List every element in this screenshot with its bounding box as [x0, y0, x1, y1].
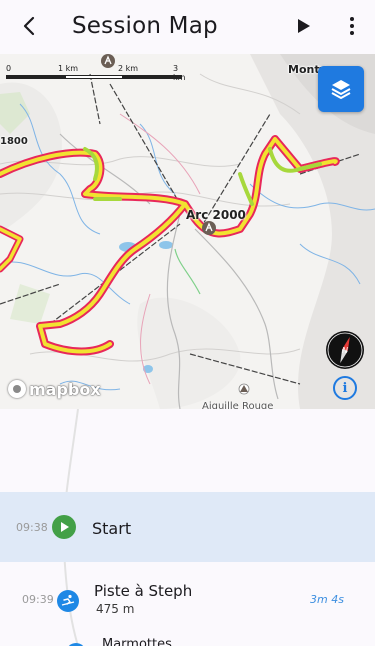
item-title: Marmottes — [102, 637, 172, 646]
compass-label: N — [342, 346, 348, 355]
item-title: Piste à Steph — [94, 582, 193, 600]
list-item[interactable]: Marmottes — [0, 631, 375, 646]
scale-bar — [6, 75, 182, 79]
mapbox-logo: mapbox — [8, 378, 101, 400]
scale-label: 1 km — [58, 64, 79, 73]
compass-button[interactable]: N — [326, 331, 364, 369]
item-distance: 475 m — [96, 602, 135, 616]
map-layers-button[interactable] — [318, 66, 364, 112]
lift-marker-icon — [202, 221, 216, 235]
session-list: 09:38 Start 09:39 Piste à Steph 475 m 3m… — [0, 409, 375, 646]
scale-label: 2 km — [118, 64, 139, 73]
scale-label: 3 km — [173, 64, 185, 82]
attribution-info-button[interactable]: i — [333, 376, 357, 400]
app-bar: Session Map — [0, 0, 375, 54]
play-icon — [60, 522, 69, 532]
map-view[interactable]: 0 1 km 2 km 3 km Arc 2000 1800 Monty Aig… — [0, 54, 375, 409]
peak-marker-icon — [238, 383, 250, 395]
start-badge — [52, 515, 76, 539]
scale-label: 0 — [6, 64, 12, 73]
more-options-button[interactable] — [338, 12, 366, 40]
arrow-back-icon — [23, 16, 35, 36]
back-button[interactable] — [14, 10, 46, 42]
place-label: Arc 2000 — [186, 208, 246, 222]
item-time: 09:39 — [22, 593, 54, 606]
play-icon — [298, 19, 310, 33]
map-scale: 0 1 km 2 km 3 km — [6, 64, 192, 84]
place-label: Aiguille Rouge — [202, 401, 274, 409]
compass-icon: N — [327, 332, 363, 368]
activity-badge — [57, 590, 79, 612]
more-vert-icon — [350, 17, 354, 35]
list-item[interactable]: 09:38 Start — [0, 492, 375, 562]
list-item[interactable]: 09:39 Piste à Steph 475 m 3m 4s — [0, 569, 375, 627]
info-icon: i — [342, 380, 348, 396]
skier-icon — [61, 594, 75, 606]
item-time: 09:38 — [16, 521, 48, 534]
place-label: 1800 — [0, 136, 28, 147]
play-button[interactable] — [290, 12, 318, 40]
page-title: Session Map — [72, 13, 218, 39]
item-duration: 3m 4s — [310, 593, 344, 606]
mapbox-logo-icon — [8, 380, 26, 398]
layers-icon — [331, 80, 351, 99]
mapbox-logo-text: mapbox — [29, 379, 101, 399]
item-title: Start — [92, 519, 132, 538]
